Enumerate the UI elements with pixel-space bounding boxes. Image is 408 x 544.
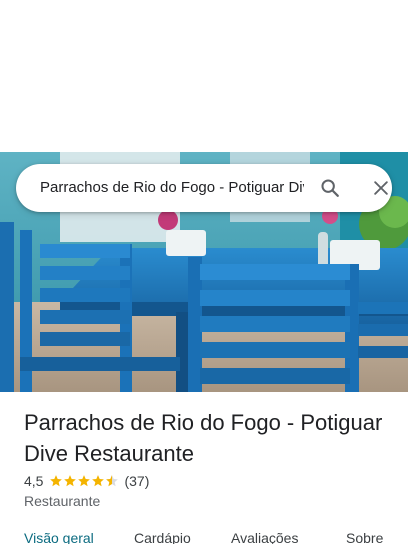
star-icon [50, 475, 63, 487]
place-tabs: Visão geral Cardápio Avaliações Sobre [0, 530, 408, 544]
place-category[interactable]: Restaurante [24, 493, 100, 509]
search-bar [16, 164, 392, 212]
close-icon[interactable] [369, 176, 393, 200]
rating-row: 4,5 (37) [24, 471, 149, 491]
star-icon [92, 475, 105, 487]
star-icon [64, 475, 77, 487]
search-icon[interactable] [318, 176, 342, 200]
tab-menu[interactable]: Cardápio [134, 530, 191, 544]
search-input[interactable] [40, 164, 304, 212]
half-star-icon [106, 475, 119, 487]
review-count[interactable]: (37) [124, 473, 149, 489]
star-icon [78, 475, 91, 487]
place-title: Parrachos de Rio do Fogo - Potiguar Dive… [24, 410, 383, 466]
tab-overview[interactable]: Visão geral [24, 530, 94, 544]
blank-map-area [0, 0, 408, 152]
tab-about[interactable]: Sobre [346, 530, 383, 544]
rating-value: 4,5 [24, 473, 44, 489]
star-rating [49, 474, 119, 488]
tab-reviews[interactable]: Avaliações [231, 530, 298, 544]
